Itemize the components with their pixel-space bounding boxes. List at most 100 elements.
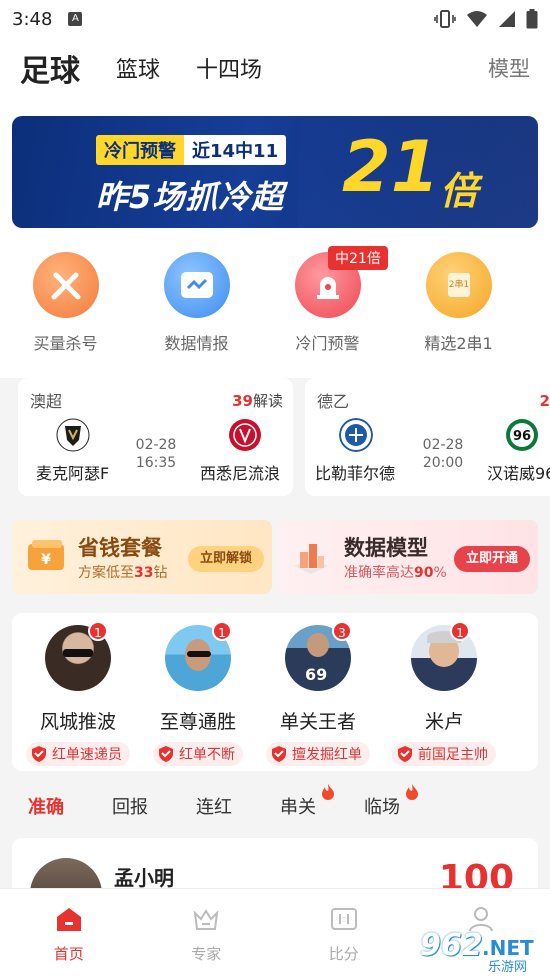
svg-text:¥: ¥	[41, 552, 51, 568]
away-team: 汉诺威96	[487, 464, 550, 483]
fire-icon	[322, 784, 334, 800]
cube-bars-icon	[294, 544, 328, 574]
nav-label: 专家	[191, 945, 222, 963]
battery-icon	[526, 9, 538, 29]
expert-name: 风城推波	[39, 711, 116, 733]
expert-name: 米卢	[424, 711, 463, 733]
site-watermark: 962 .NET 乐游网	[414, 928, 544, 975]
shield-icon	[272, 746, 286, 762]
fire-icon	[406, 784, 418, 800]
tab-parlay[interactable]: 串关	[280, 784, 334, 819]
status-icons	[434, 9, 538, 29]
promo-save-package[interactable]: ¥ 省钱套餐 方案低至33钻 立即解锁	[12, 520, 272, 594]
promo-subtitle: 方案低至33钻	[78, 565, 168, 581]
match-datetime: 02-28 16:35	[135, 437, 177, 471]
quick-item-label: 冷门预警	[295, 334, 360, 353]
team-crest-icon	[56, 418, 90, 452]
nav-experts[interactable]: 专家	[138, 889, 276, 977]
expert-name: 至尊通胜	[159, 711, 236, 733]
promo-title: 数据模型	[344, 536, 428, 560]
team-crest-icon	[339, 418, 373, 452]
nav-scores[interactable]: 比分	[275, 889, 413, 977]
status-bar: 3:48 A	[0, 0, 550, 38]
quick-item-label: 精选2串1	[424, 334, 493, 353]
expert-name: 孟小明	[114, 866, 174, 890]
home-icon	[56, 908, 81, 931]
shield-icon	[398, 746, 412, 762]
team-crest-icon	[229, 419, 261, 451]
quick-item-badge: 中21倍	[328, 246, 388, 270]
tab-live[interactable]: 临场	[364, 784, 418, 819]
svg-text:96: 96	[513, 429, 531, 444]
expert-badge-count: 1	[88, 621, 108, 641]
match-carousel: 澳超 39解读 麦克阿瑟F 02-2816:35 西悉尼流浪 德乙 2解 比勒菲…	[0, 378, 550, 498]
promo-banner[interactable]: 冷门预警 近14中11 昨5场抓冷超 21 倍	[12, 116, 538, 228]
expert-badge-count: 3	[332, 621, 352, 641]
expert-badge-count: 1	[450, 621, 470, 641]
notification-a-icon: A	[68, 12, 83, 26]
banner-tag-record: 近14中11	[184, 135, 287, 165]
quick-item-label: 数据情报	[164, 334, 229, 353]
svg-text:2串1: 2串1	[448, 279, 468, 290]
quick-entries: 买量杀号 数据情报 中21倍 冷门预警 2串1 精选2串1	[0, 246, 550, 362]
quick-item-data-info[interactable]: 数据情报	[131, 252, 262, 362]
quick-item-cold-alert[interactable]: 中21倍 冷门预警	[262, 246, 393, 362]
expert-list: 1 风城推波 红单速递员 1 至尊通胜 红单不断 69 3 单关王者 擅发掘红单	[12, 613, 538, 771]
away-team: 西悉尼流浪	[200, 464, 281, 483]
match-card[interactable]: 澳超 39解读 麦克阿瑟F 02-28 16:35 西悉尼流浪	[18, 378, 293, 496]
sword-icon	[32, 252, 99, 318]
banner-unit: 倍	[440, 169, 479, 213]
expert-item[interactable]: 1 至尊通胜 红单不断	[138, 621, 258, 767]
match-card[interactable]: 德乙 2解 比勒菲尔德 02-2820:00 96 汉诺威96	[305, 378, 550, 496]
team-crest-icon: 96	[506, 419, 538, 451]
quick-item-label: 买量杀号	[33, 334, 98, 353]
quick-item-buy-kill[interactable]: 买量杀号	[0, 252, 131, 362]
watermark-sub: 乐游网	[488, 960, 528, 975]
promo-data-model[interactable]: 数据模型 准确率高达90% 立即开通	[278, 520, 538, 594]
signal-icon	[499, 11, 515, 27]
nav-label: 首页	[53, 945, 84, 963]
expert-honor: 擅发掘红单	[266, 742, 370, 766]
expert-item[interactable]: 1 风城推波 红单速递员	[18, 621, 138, 767]
quick-item-pick-2x1[interactable]: 2串1 精选2串1	[393, 252, 524, 362]
coupon-icon: ¥	[28, 540, 64, 570]
nav-home[interactable]: 首页	[0, 889, 138, 977]
unlock-button[interactable]: 立即解锁	[187, 546, 264, 572]
expert-item[interactable]: 1 米卢 前国足主帅	[384, 621, 504, 767]
status-time: 3:48	[12, 8, 53, 30]
tab-accuracy[interactable]: 准确	[28, 793, 64, 819]
ranking-filter-tabs: 准确 回报 连红 串关 临场	[0, 784, 550, 826]
match-datetime: 02-28 20:00	[422, 437, 464, 471]
banner-headline: 昨5场抓冷超	[96, 178, 285, 216]
tab-basketball[interactable]: 篮球	[116, 52, 160, 84]
match-read-count: 39解读	[232, 392, 283, 410]
banner-number: 21	[342, 126, 440, 208]
home-team: 比勒菲尔德	[315, 464, 396, 483]
shield-icon	[32, 746, 46, 762]
tab-fourteen[interactable]: 十四场	[196, 52, 262, 84]
scoreboard-icon	[330, 908, 357, 930]
sport-tabs: 足球 篮球 十四场 模型	[0, 38, 550, 98]
expert-honor: 前国足主帅	[392, 742, 496, 766]
match-league: 德乙	[317, 392, 350, 411]
promo-title: 省钱套餐	[78, 536, 162, 560]
expert-badge-count: 1	[212, 621, 232, 641]
wifi-icon	[467, 11, 487, 27]
expert-honor: 红单速递员	[26, 742, 130, 766]
match-read-count: 2解	[539, 392, 550, 410]
promo-subtitle: 准确率高达90%	[344, 565, 447, 581]
tab-streak[interactable]: 连红	[196, 793, 232, 819]
app-screen: 3:48 A 足球 篮球 十四场 模型 冷门预警 近14中11 昨5场抓冷超 2…	[0, 0, 550, 977]
ticket-icon: 2串1	[425, 252, 492, 318]
banner-tag: 冷门预警 近14中11	[96, 135, 287, 165]
tab-football[interactable]: 足球	[20, 46, 80, 90]
vibrate-icon	[434, 10, 456, 28]
expert-item[interactable]: 69 3 单关王者 擅发掘红单	[258, 621, 378, 767]
banner-tag-title: 冷门预警	[96, 135, 184, 165]
expert-honor: 红单不断	[153, 742, 243, 766]
home-team: 麦克阿瑟F	[36, 464, 110, 483]
tab-return[interactable]: 回报	[112, 793, 148, 819]
model-button[interactable]: 模型	[488, 53, 530, 83]
open-button[interactable]: 立即开通	[453, 546, 530, 572]
expert-name: 单关王者	[279, 711, 356, 733]
